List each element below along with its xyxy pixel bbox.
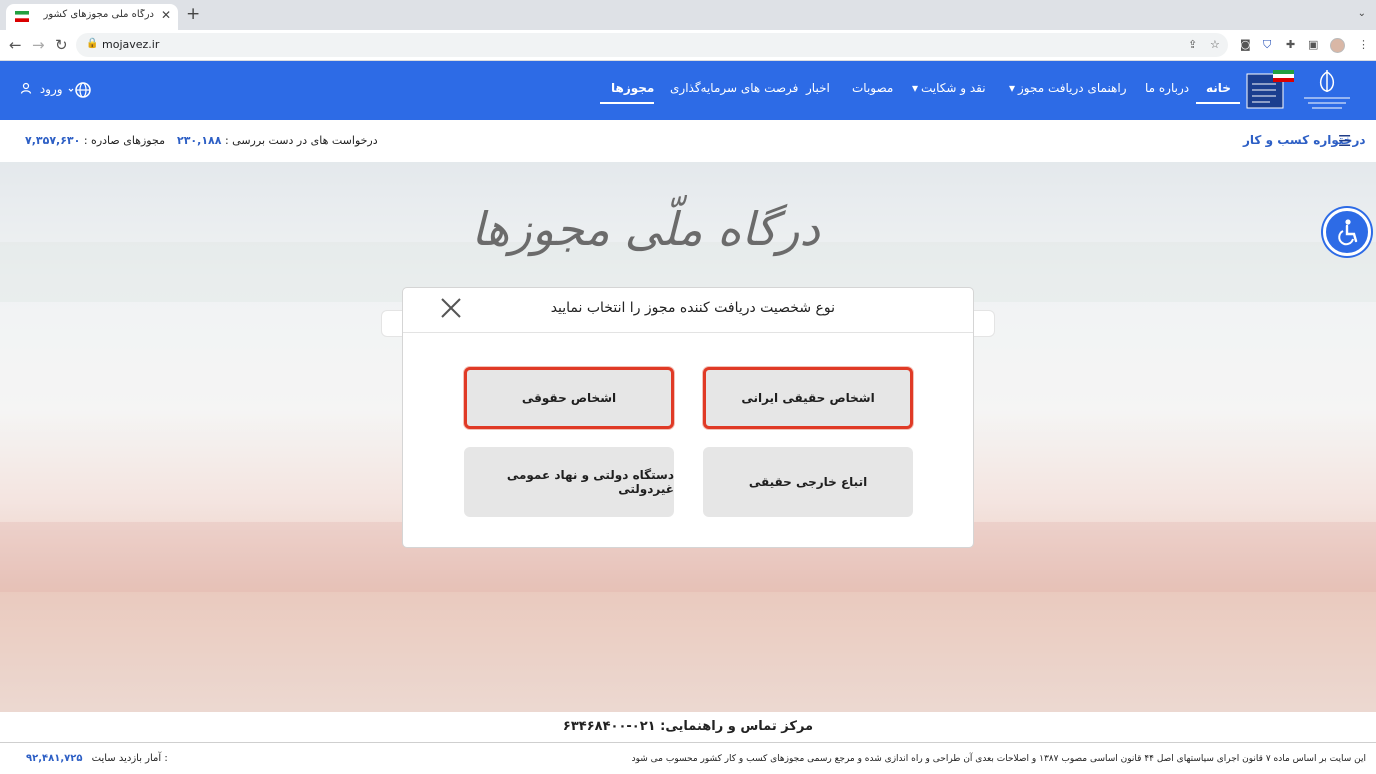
share-icon[interactable]: ⇪ bbox=[1188, 38, 1197, 51]
lock-icon[interactable]: 🔒 bbox=[86, 38, 98, 49]
visits-label: آمار بازدید سایت : bbox=[91, 753, 168, 764]
option-iranian-natural-person-label: اشخاص حقیقی ایرانی bbox=[741, 391, 875, 405]
issued-value: ۷,۳۵۷,۶۳۰ bbox=[25, 134, 81, 147]
nav-home[interactable]: خانه bbox=[1206, 81, 1231, 95]
nav-licenses-underline bbox=[600, 102, 654, 104]
contact-center: مرکز تماس و راهنمایی: ۰۲۱-۶۳۴۶۸۴۰۰ bbox=[562, 719, 814, 734]
option-foreign-natural-person[interactable]: اتباع خارجی حقیقی bbox=[703, 447, 913, 517]
nav-investment[interactable]: فرصت های سرمایه‌گذاری bbox=[670, 81, 798, 95]
nav-guide[interactable]: راهنمای دریافت مجوز bbox=[1018, 81, 1127, 95]
nav-news[interactable]: اخبار bbox=[806, 81, 830, 95]
iran-flag-icon bbox=[15, 11, 29, 22]
option-legal-person-label: اشخاص حقوقی bbox=[521, 391, 617, 405]
omnibox[interactable]: 🔒 mojavez.ir ⇪ ☆ bbox=[76, 33, 1228, 57]
visits-value: ۹۲,۴۸۱,۷۲۵ bbox=[26, 753, 83, 764]
bookmark-star-icon[interactable]: ☆ bbox=[1210, 38, 1220, 51]
nav-approvals[interactable]: مصوبات bbox=[852, 81, 893, 95]
site-header: خانه درباره ما راهنمای دریافت مجوز ▾ نقد… bbox=[0, 61, 1376, 120]
browser-tab[interactable]: درگاه ملی مجوزهای کشور ✕ bbox=[6, 4, 178, 30]
browser-toolbar: ← → ↻ 🔒 mojavez.ir ⇪ ☆ ◙ ⛉ ✚ ▣ ⋮ bbox=[0, 30, 1376, 61]
modal-header: نوع شخصیت دریافت کننده مجوز را انتخاب نم… bbox=[403, 288, 973, 333]
issued-label: مجوزهای صادره : bbox=[83, 134, 165, 147]
issued-licenses-stat: مجوزهای صادره : ۷,۳۵۷,۶۳۰ bbox=[25, 134, 165, 147]
nav-complaints-chevron-icon[interactable]: ▾ bbox=[912, 81, 918, 95]
user-icon bbox=[20, 82, 32, 94]
stats-bar: مجوزهای صادره : ۷,۳۵۷,۶۳۰ درخواست های در… bbox=[0, 120, 1376, 162]
url-text[interactable]: mojavez.ir bbox=[102, 38, 159, 51]
option-iranian-natural-person[interactable]: اشخاص حقیقی ایرانی bbox=[703, 367, 913, 429]
profile-avatar[interactable] bbox=[1330, 38, 1345, 53]
extensions-puzzle-icon[interactable]: ✚ bbox=[1286, 38, 1295, 51]
browser-tab-bar: درگاه ملی مجوزهای کشور ✕ + ⌄ bbox=[0, 0, 1376, 30]
modal-title: نوع شخصیت دریافت کننده مجوز را انتخاب نم… bbox=[550, 300, 835, 316]
browser-menu-icon[interactable]: ⋮ bbox=[1358, 38, 1369, 51]
tab-title: درگاه ملی مجوزهای کشور bbox=[43, 9, 155, 20]
pending-label: درخواست های در دست بررسی : bbox=[224, 134, 378, 147]
option-government-entity-label: دستگاه دولتی و نهاد عمومی غیردولتی bbox=[506, 468, 674, 496]
accessibility-button[interactable] bbox=[1323, 208, 1371, 256]
shield-extension-icon[interactable]: ⛉ bbox=[1263, 38, 1271, 52]
accessibility-wheelchair-icon bbox=[1338, 219, 1358, 246]
nav-complaints[interactable]: نقد و شکایت bbox=[921, 81, 986, 95]
government-emblem-logo[interactable] bbox=[1298, 68, 1356, 114]
login-label: ورود bbox=[39, 82, 63, 96]
tab-close-icon[interactable]: ✕ bbox=[161, 8, 171, 22]
legal-notice: این سایت بر اساس ماده ۷ قانون اجرای سیاس… bbox=[631, 754, 1366, 764]
nav-licenses[interactable]: مجوزها bbox=[611, 81, 654, 95]
back-icon[interactable]: ← bbox=[9, 36, 22, 54]
nav-guide-chevron-icon[interactable]: ▾ bbox=[1009, 81, 1015, 95]
forward-icon[interactable]: → bbox=[32, 36, 45, 54]
option-government-entity[interactable]: دستگاه دولتی و نهاد عمومی غیردولتی bbox=[464, 447, 674, 517]
nav-about[interactable]: درباره ما bbox=[1145, 81, 1189, 95]
camera-icon[interactable]: ◙ bbox=[1240, 38, 1251, 51]
option-legal-person[interactable]: اشخاص حقوقی bbox=[464, 367, 674, 429]
contact-bar: مرکز تماس و راهنمایی: ۰۲۱-۶۳۴۶۸۴۰۰ bbox=[0, 712, 1376, 743]
ministry-logo[interactable] bbox=[1246, 68, 1296, 110]
pending-requests-stat: درخواست های در دست بررسی : ۲۳۰,۱۸۸ bbox=[177, 134, 378, 147]
site-visits-stat: ۹۲,۴۸۱,۷۲۵ آمار بازدید سایت : bbox=[26, 753, 168, 764]
side-panel-icon[interactable]: ▣ bbox=[1308, 38, 1318, 51]
nav-home-underline bbox=[1196, 102, 1240, 104]
login-button[interactable]: ورود bbox=[20, 82, 63, 96]
new-tab-button[interactable]: + bbox=[186, 6, 200, 23]
option-foreign-natural-person-label: اتباع خارجی حقیقی bbox=[748, 475, 868, 489]
reload-icon[interactable]: ↻ bbox=[55, 36, 68, 54]
close-icon[interactable] bbox=[439, 296, 463, 320]
language-globe-icon[interactable] bbox=[68, 80, 92, 100]
search-list-icon[interactable]: ☰ bbox=[1338, 132, 1351, 150]
pending-value: ۲۳۰,۱۸۸ bbox=[177, 134, 222, 147]
person-type-modal: نوع شخصیت دریافت کننده مجوز را انتخاب نم… bbox=[402, 287, 974, 548]
bottom-bar: این سایت بر اساس ماده ۷ قانون اجرای سیاس… bbox=[0, 743, 1376, 774]
tab-search-chevron-icon[interactable]: ⌄ bbox=[1358, 8, 1366, 19]
